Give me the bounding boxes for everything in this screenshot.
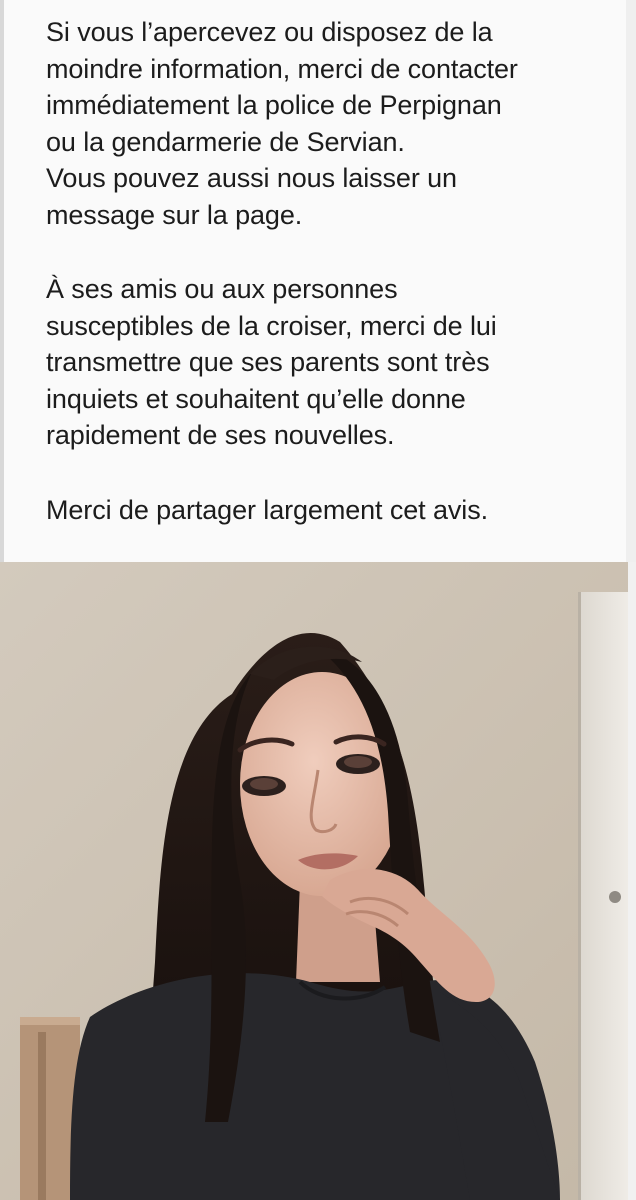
text-line: Vous pouvez aussi nous laisser un: [46, 163, 457, 193]
text-line: moindre information, merci de contacter: [46, 53, 518, 84]
missing-person-photo[interactable]: [0, 562, 636, 1200]
text-line: immédiatement la police de Perpignan: [46, 90, 502, 120]
text-line: ou la gendarmerie de Servian.: [46, 126, 405, 157]
text-line: Merci de partager largement cet avis.: [46, 494, 488, 525]
left-divider: [0, 0, 4, 562]
text-line: À ses amis ou aux personnes: [46, 274, 398, 304]
post-paragraph-contact: Si vous l’apercevez ou disposez de la mo…: [46, 14, 612, 233]
text-line: rapidement de ses nouvelles.: [46, 420, 395, 450]
text-line: susceptibles de la croiser, merci de lui: [46, 310, 497, 341]
right-divider: [626, 0, 636, 562]
text-line: Si vous l’apercevez ou disposez de la: [46, 17, 493, 47]
portrait-illustration: [0, 562, 636, 1200]
post-paragraph-friends: À ses amis ou aux personnes susceptibles…: [46, 271, 612, 454]
door-handle: [609, 891, 621, 903]
text-line: transmettre que ses parents sont très: [46, 347, 490, 377]
post-paragraph-share: Merci de partager largement cet avis.: [46, 492, 612, 529]
text-line: inquiets et souhaitent qu’elle donne: [46, 383, 466, 414]
right-edge-strip: [628, 562, 636, 1200]
screenshot: Si vous l’apercevez ou disposez de la mo…: [0, 0, 636, 1200]
text-line: message sur la page.: [46, 199, 303, 230]
post-text-block: Si vous l’apercevez ou disposez de la mo…: [0, 0, 636, 562]
